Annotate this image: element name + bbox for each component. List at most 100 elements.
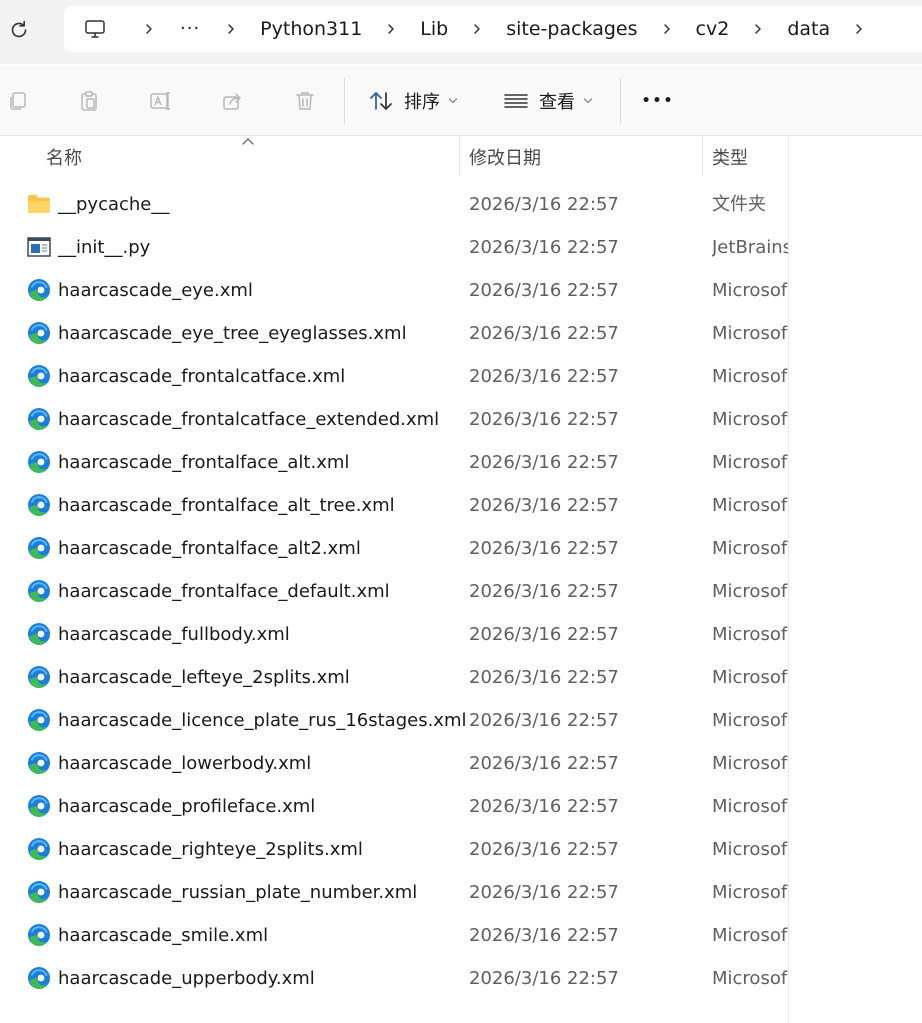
file-row[interactable]: haarcascade_licence_plate_rus_16stages.x… [0, 699, 788, 742]
share-button[interactable] [219, 87, 247, 115]
breadcrumb-item-lib[interactable]: Lib [414, 18, 454, 40]
file-type: Microsof [712, 925, 788, 946]
view-list-icon [504, 94, 528, 108]
file-row[interactable]: __pycache__ 2026/3/16 22:57 文件夹 [0, 183, 788, 226]
file-name: haarcascade_righteye_2splits.xml [58, 839, 363, 860]
file-row[interactable]: haarcascade_fullbody.xml 2026/3/16 22:57 M… [0, 613, 788, 656]
column-header-name[interactable]: 名称 [46, 136, 82, 178]
edge-xml-icon [27, 407, 51, 431]
sort-icon [370, 92, 392, 110]
edge-xml-icon [27, 923, 51, 947]
edge-xml-icon [27, 837, 51, 861]
file-row[interactable]: haarcascade_eye_tree_eyeglasses.xml 2026/… [0, 312, 788, 355]
sort-menu-label: 排序 [404, 92, 440, 113]
this-pc-icon[interactable] [82, 16, 108, 42]
file-name: haarcascade_frontalface_default.xml [58, 581, 390, 602]
column-resize-handle[interactable] [459, 136, 460, 176]
file-row[interactable]: haarcascade_frontalface_alt_tree.xml 2026… [0, 484, 788, 527]
edge-xml-icon [27, 321, 51, 345]
file-row[interactable]: haarcascade_russian_plate_number.xml 2026… [0, 871, 788, 914]
more-options-button[interactable]: ••• [641, 87, 675, 115]
refresh-button[interactable] [6, 17, 32, 43]
address-bar[interactable]: ··· Python311 Lib site-packages cv2 data [64, 6, 922, 52]
file-modified-date: 2026/3/16 22:57 [469, 882, 619, 903]
file-row[interactable]: haarcascade_profileface.xml 2026/3/16 22:… [0, 785, 788, 828]
file-modified-date: 2026/3/16 22:57 [469, 968, 619, 989]
column-header-modified[interactable]: 修改日期 [469, 136, 541, 178]
python-file-icon [27, 235, 51, 259]
file-row[interactable]: __init__.py 2026/3/16 22:57 JetBrains [0, 226, 788, 269]
rename-icon [150, 92, 170, 110]
breadcrumb-item-site-packages[interactable]: site-packages [500, 18, 643, 40]
file-type: Microsof [712, 366, 788, 387]
file-row[interactable]: haarcascade_frontalcatface_extended.xml 2… [0, 398, 788, 441]
edge-xml-icon [27, 622, 51, 646]
file-row[interactable]: haarcascade_frontalface_alt.xml 2026/3/16… [0, 441, 788, 484]
breadcrumb-item-python311[interactable]: Python311 [254, 18, 368, 40]
file-name: haarcascade_frontalcatface.xml [58, 366, 346, 387]
more-icon: ••• [641, 93, 675, 109]
edge-xml-icon [27, 708, 51, 732]
file-name: __init__.py [58, 237, 151, 258]
breadcrumb-chevron-icon[interactable] [745, 16, 771, 42]
file-modified-date: 2026/3/16 22:57 [469, 710, 619, 731]
edge-xml-icon [27, 450, 51, 474]
share-icon [223, 93, 241, 110]
breadcrumb-item-cv2[interactable]: cv2 [690, 18, 736, 40]
file-row[interactable]: haarcascade_smile.xml 2026/3/16 22:57 Micr… [0, 914, 788, 957]
breadcrumb-overflow-button[interactable]: ··· [180, 19, 200, 39]
breadcrumb-item-data[interactable]: data [781, 18, 836, 40]
file-row[interactable]: haarcascade_frontalface_default.xml 2026/… [0, 570, 788, 613]
file-type: Microsof [712, 280, 788, 301]
edge-xml-icon [27, 966, 51, 990]
view-menu-button[interactable]: 查看 [503, 87, 593, 115]
folder-icon [27, 192, 51, 216]
breadcrumb-chevron-icon[interactable] [464, 16, 490, 42]
file-row[interactable]: haarcascade_frontalface_alt2.xml 2026/3/1… [0, 527, 788, 570]
file-name: haarcascade_frontalface_alt_tree.xml [58, 495, 395, 516]
breadcrumb-chevron-icon[interactable] [378, 16, 404, 42]
breadcrumb-chevron-icon[interactable] [654, 16, 680, 42]
chevron-down-icon [448, 97, 458, 105]
column-divider [788, 136, 789, 1023]
rename-button[interactable] [146, 87, 174, 115]
sort-menu-button[interactable]: 排序 [368, 87, 458, 115]
file-row[interactable]: haarcascade_upperbody.xml 2026/3/16 22:57… [0, 957, 788, 1000]
file-modified-date: 2026/3/16 22:57 [469, 667, 619, 688]
file-name: haarcascade_frontalcatface_extended.xml [58, 409, 440, 430]
column-resize-handle[interactable] [702, 136, 703, 176]
paste-button[interactable] [75, 87, 103, 115]
file-modified-date: 2026/3/16 22:57 [469, 452, 619, 473]
copy-button[interactable] [4, 87, 32, 115]
file-modified-date: 2026/3/16 22:57 [469, 796, 619, 817]
delete-button[interactable] [291, 87, 319, 115]
file-list: 名称 修改日期 类型 __pycache__ 2026/3/16 22:57 文件夹… [0, 136, 922, 1023]
file-row[interactable]: haarcascade_frontalcatface.xml 2026/3/16 … [0, 355, 788, 398]
file-name: haarcascade_lefteye_2splits.xml [58, 667, 350, 688]
column-header-row: 名称 修改日期 类型 [0, 136, 788, 178]
breadcrumb-chevron-icon[interactable] [218, 16, 244, 42]
address-bar-row: ··· Python311 Lib site-packages cv2 data [0, 0, 922, 64]
file-type: Microsof [712, 409, 788, 430]
breadcrumb-chevron-icon[interactable] [846, 16, 872, 42]
file-type: Microsof [712, 452, 788, 473]
file-modified-date: 2026/3/16 22:57 [469, 753, 619, 774]
file-row[interactable]: haarcascade_eye.xml 2026/3/16 22:57 Micros… [0, 269, 788, 312]
column-header-type[interactable]: 类型 [712, 136, 748, 178]
view-menu-label: 查看 [539, 92, 575, 113]
file-modified-date: 2026/3/16 22:57 [469, 624, 619, 645]
file-row[interactable]: haarcascade_lowerbody.xml 2026/3/16 22:57… [0, 742, 788, 785]
breadcrumb-chevron-icon[interactable] [136, 16, 162, 42]
file-rows: __pycache__ 2026/3/16 22:57 文件夹 __init__.py… [0, 183, 788, 1000]
file-type: JetBrains [712, 237, 788, 258]
file-type: Microsof [712, 667, 788, 688]
file-type: Microsof [712, 968, 788, 989]
file-row[interactable]: haarcascade_righteye_2splits.xml 2026/3/1… [0, 828, 788, 871]
file-name: haarcascade_eye_tree_eyeglasses.xml [58, 323, 407, 344]
file-row[interactable]: haarcascade_lefteye_2splits.xml 2026/3/16… [0, 656, 788, 699]
file-name: haarcascade_licence_plate_rus_16stages.x… [58, 710, 467, 731]
refresh-icon [11, 20, 27, 38]
file-modified-date: 2026/3/16 22:57 [469, 237, 619, 258]
file-name: haarcascade_smile.xml [58, 925, 269, 946]
command-bar: 排序 查看 ••• [0, 66, 922, 136]
